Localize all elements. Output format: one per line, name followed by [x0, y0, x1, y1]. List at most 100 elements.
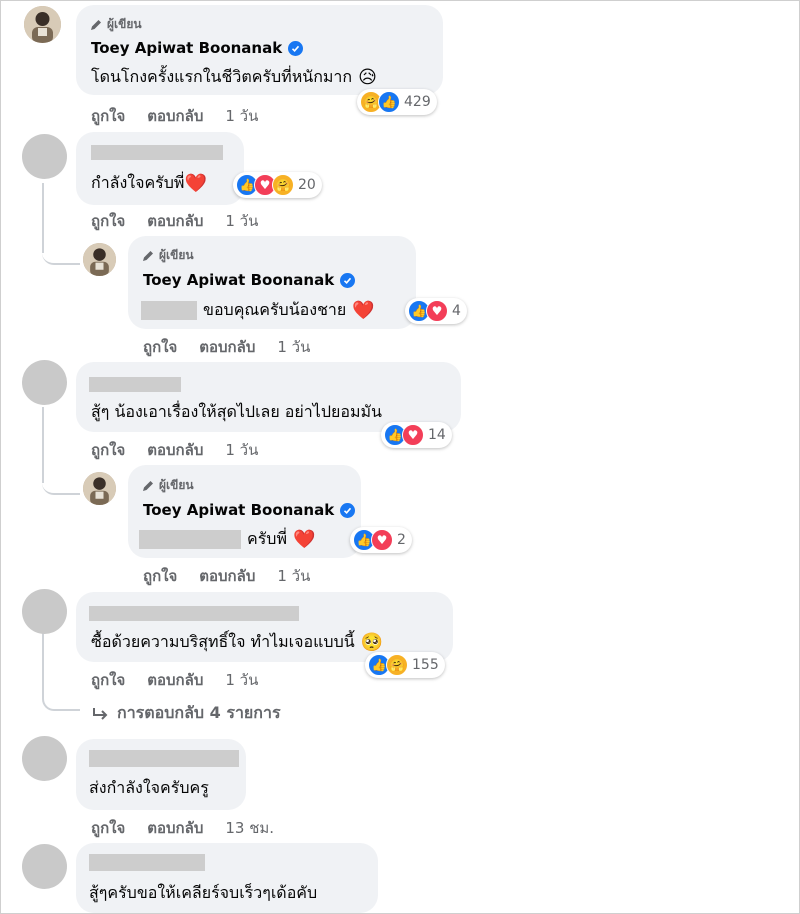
- comment-text: สู้ๆครับขอให้เคลียร์จบเร็วๆเด้อคับ: [89, 883, 318, 902]
- avatar-author[interactable]: [24, 6, 61, 43]
- avatar[interactable]: [22, 736, 67, 781]
- reaction-summary[interactable]: 👍 ♥ 2: [350, 527, 412, 553]
- view-more-replies-link[interactable]: การตอบกลับ 4 รายการ: [91, 701, 281, 726]
- avatar[interactable]: [22, 360, 67, 405]
- timestamp[interactable]: 1 วัน: [277, 564, 310, 588]
- comment-actions: ถูกใจ ตอบกลับ 13 ชม.: [91, 816, 274, 840]
- verified-badge-icon: [340, 502, 356, 518]
- heart-emoji: ❤️: [293, 528, 316, 550]
- comment-text: ส่งกำลังใจครับครู: [89, 778, 209, 797]
- reply-button[interactable]: ตอบกลับ: [199, 335, 255, 359]
- commenter-name-row: Toey Apiwat Boonanak: [143, 501, 356, 519]
- like-button[interactable]: ถูกใจ: [143, 564, 177, 588]
- reply-button[interactable]: ตอบกลับ: [199, 564, 255, 588]
- comment-text: กำลังใจครับพี่: [91, 173, 185, 192]
- author-tag-label: ผู้เขียน: [159, 478, 194, 492]
- comment-text: โดนโกงครั้งแรกในชีวิตครับที่หนักมาก: [91, 67, 353, 86]
- comment-text: ซื้อด้วยความบริสุทธิ์ใจ ทำไมเจอแบบนี้: [91, 632, 355, 651]
- redacted-name: [89, 606, 299, 621]
- pencil-icon: [143, 250, 153, 261]
- comment-actions: ถูกใจ ตอบกลับ 1 วัน: [91, 104, 258, 128]
- avatar[interactable]: [22, 589, 67, 634]
- comment-text-row: สู้ๆ น้องเอาเรื่องให้สุดไปเลย อย่าไปยอมม…: [91, 400, 382, 425]
- reaction-count: 20: [298, 177, 316, 193]
- reaction-count: 14: [428, 427, 446, 443]
- author-tag: ผู้เขียน: [89, 15, 142, 34]
- pleading-face-emoji: 🥺: [360, 631, 384, 653]
- reply-arrow-icon: [93, 707, 108, 720]
- comment-actions: ถูกใจ ตอบกลับ 1 วัน: [91, 438, 258, 462]
- timestamp[interactable]: 1 วัน: [225, 209, 258, 233]
- author-tag-label: ผู้เขียน: [107, 17, 142, 31]
- author-tag: ผู้เขียน: [141, 246, 194, 265]
- thread-line: [42, 251, 80, 265]
- redacted-name: [91, 145, 223, 160]
- care-hug-icon: 🤗: [386, 654, 408, 676]
- timestamp[interactable]: 1 วัน: [225, 438, 258, 462]
- timestamp[interactable]: 1 วัน: [225, 104, 258, 128]
- comment-text-row: ซื้อด้วยความบริสุทธิ์ใจ ทำไมเจอแบบนี้ 🥺: [91, 630, 383, 655]
- more-replies-label: การตอบกลับ 4 รายการ: [117, 703, 281, 722]
- heart-icon: ♥: [371, 529, 393, 551]
- thread-line: [42, 407, 44, 483]
- comment-actions: ถูกใจ ตอบกลับ 1 วัน: [91, 209, 258, 233]
- heart-emoji: ❤️: [352, 299, 375, 321]
- comment-section: ผู้เขียน Toey Apiwat Boonanak โดนโกงครั้…: [0, 0, 800, 914]
- reaction-count: 2: [397, 532, 406, 548]
- pencil-icon: [91, 19, 101, 30]
- timestamp[interactable]: 1 วัน: [277, 335, 310, 359]
- reply-button[interactable]: ตอบกลับ: [147, 104, 203, 128]
- like-button[interactable]: ถูกใจ: [91, 209, 125, 233]
- reaction-count: 155: [412, 657, 439, 673]
- comment-text: ขอบคุณครับน้องชาย: [203, 300, 347, 319]
- commenter-name-row: Toey Apiwat Boonanak: [91, 39, 304, 57]
- commenter-name[interactable]: Toey Apiwat Boonanak: [91, 39, 282, 57]
- thread-line: [42, 693, 80, 711]
- avatar[interactable]: [22, 844, 67, 889]
- reaction-summary[interactable]: 👍 🤗 155: [365, 652, 445, 678]
- reaction-summary[interactable]: 👍 ♥ 14: [381, 422, 452, 448]
- redacted-mention: [141, 301, 197, 320]
- reply-button[interactable]: ตอบกลับ: [147, 438, 203, 462]
- like-button[interactable]: ถูกใจ: [91, 104, 125, 128]
- author-tag: ผู้เขียน: [141, 476, 194, 495]
- reply-button[interactable]: ตอบกลับ: [147, 668, 203, 692]
- commenter-name-row: Toey Apiwat Boonanak: [143, 271, 356, 289]
- avatar-author[interactable]: [83, 243, 116, 276]
- comment-text-row: โดนโกงครั้งแรกในชีวิตครับที่หนักมาก 😥: [91, 65, 377, 90]
- redacted-mention: [139, 530, 241, 549]
- thumbs-up-icon: 👍: [378, 91, 400, 113]
- reaction-summary[interactable]: 👍 ♥ 4: [405, 298, 467, 324]
- pencil-icon: [143, 480, 153, 491]
- like-button[interactable]: ถูกใจ: [91, 668, 125, 692]
- like-button[interactable]: ถูกใจ: [143, 335, 177, 359]
- sad-face-emoji: 😥: [358, 66, 377, 88]
- thread-line: [42, 631, 44, 695]
- reaction-summary[interactable]: 🤗 👍 429: [357, 89, 437, 115]
- commenter-name[interactable]: Toey Apiwat Boonanak: [143, 501, 334, 519]
- comment-text: สู้ๆ น้องเอาเรื่องให้สุดไปเลย อย่าไปยอมม…: [91, 402, 382, 421]
- reply-button[interactable]: ตอบกลับ: [147, 816, 203, 840]
- comment-text-row: กำลังใจครับพี่ ❤️: [91, 171, 207, 196]
- like-button[interactable]: ถูกใจ: [91, 816, 125, 840]
- heart-emoji: ❤️: [184, 172, 207, 194]
- care-hug-icon: 🤗: [272, 174, 294, 196]
- comment-actions: ถูกใจ ตอบกลับ 1 วัน: [143, 564, 310, 588]
- author-tag-label: ผู้เขียน: [159, 248, 194, 262]
- heart-icon: ♥: [426, 300, 448, 322]
- reaction-count: 4: [452, 303, 461, 319]
- avatar-author[interactable]: [83, 472, 116, 505]
- like-button[interactable]: ถูกใจ: [91, 438, 125, 462]
- redacted-name: [89, 750, 239, 767]
- reaction-summary[interactable]: 👍 ♥ 🤗 20: [233, 172, 322, 198]
- thread-line: [42, 183, 44, 253]
- timestamp[interactable]: 13 ชม.: [225, 816, 274, 840]
- thread-line: [42, 481, 80, 495]
- redacted-name: [89, 854, 205, 871]
- timestamp[interactable]: 1 วัน: [225, 668, 258, 692]
- comment-text-row: สู้ๆครับขอให้เคลียร์จบเร็วๆเด้อคับ: [89, 881, 317, 906]
- avatar[interactable]: [22, 134, 67, 179]
- reply-button[interactable]: ตอบกลับ: [147, 209, 203, 233]
- commenter-name[interactable]: Toey Apiwat Boonanak: [143, 271, 334, 289]
- verified-badge-icon: [288, 40, 304, 56]
